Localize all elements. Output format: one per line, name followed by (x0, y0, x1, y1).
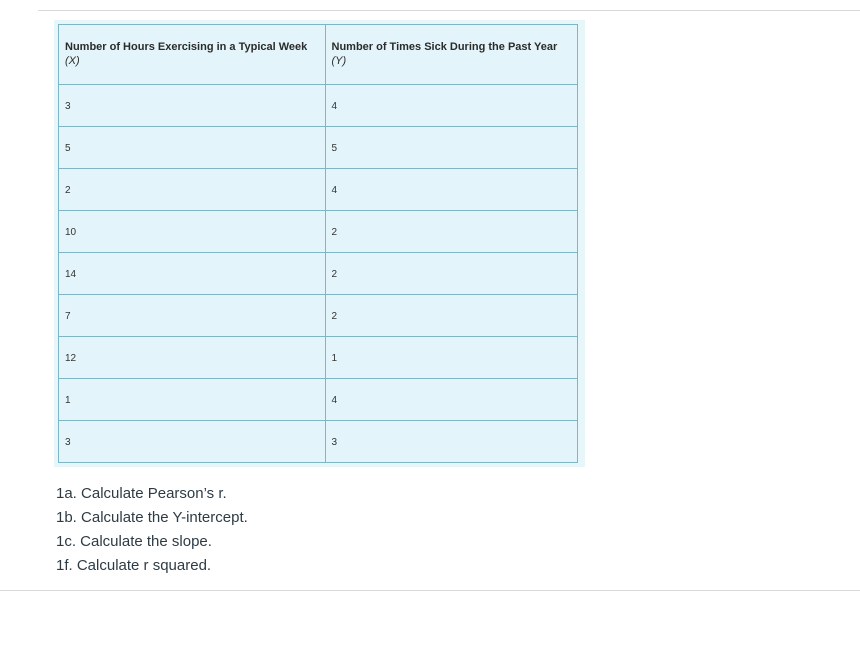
table-row: 1 4 (58, 378, 578, 421)
question-1b: 1b. Calculate the Y-intercept. (56, 509, 248, 526)
table-row: 12 1 (58, 336, 578, 379)
cell-y: 4 (324, 378, 578, 421)
bottom-divider (0, 590, 860, 591)
cell-x: 5 (58, 126, 326, 169)
table-row: 7 2 (58, 294, 578, 337)
header-y-variable: (Y) (331, 55, 347, 67)
cell-x: 3 (58, 420, 326, 463)
cell-y: 2 (324, 294, 578, 337)
question-list: 1a. Calculate Pearson’s r. 1b. Calculate… (56, 482, 248, 578)
cell-y: 4 (324, 168, 578, 211)
cell-y: 5 (324, 126, 578, 169)
data-table: Number of Hours Exercising in a Typical … (58, 24, 578, 463)
cell-y: 2 (324, 252, 578, 295)
table-container: Number of Hours Exercising in a Typical … (54, 20, 585, 467)
table-row: 3 3 (58, 420, 578, 463)
table-row: 14 2 (58, 252, 578, 295)
cell-x: 12 (58, 336, 326, 379)
question-1f: 1f. Calculate r squared. (56, 557, 212, 574)
table-row: 3 4 (58, 84, 578, 127)
question-1a: 1a. Calculate Pearson’s r. (56, 485, 227, 502)
cell-y: 2 (324, 210, 578, 253)
table-row: 2 4 (58, 168, 578, 211)
header-x-label: Number of Hours Exercising in a Typical … (65, 41, 308, 53)
header-y-label: Number of Times Sick During the Past Yea… (331, 41, 558, 53)
table-row: 10 2 (58, 210, 578, 253)
header-x-variable: (X) (65, 55, 80, 67)
cell-x: 10 (58, 210, 326, 253)
header-x: Number of Hours Exercising in a Typical … (58, 24, 326, 85)
cell-y: 4 (324, 84, 578, 127)
cell-x: 2 (58, 168, 326, 211)
cell-x: 3 (58, 84, 326, 127)
cell-y: 3 (324, 420, 578, 463)
top-divider (38, 10, 860, 11)
table-header-row: Number of Hours Exercising in a Typical … (58, 24, 578, 85)
cell-x: 7 (58, 294, 326, 337)
cell-y: 1 (324, 336, 578, 379)
header-y: Number of Times Sick During the Past Yea… (324, 24, 578, 85)
table-row: 5 5 (58, 126, 578, 169)
cell-x: 1 (58, 378, 326, 421)
cell-x: 14 (58, 252, 326, 295)
question-1c: 1c. Calculate the slope. (56, 533, 212, 550)
